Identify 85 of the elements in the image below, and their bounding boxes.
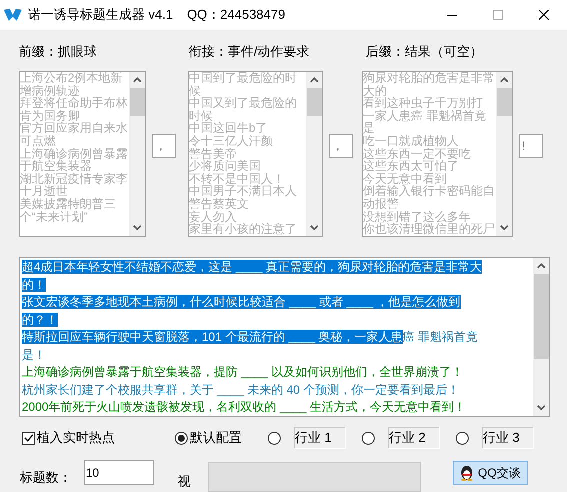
phrase-list[interactable]: 上海公布2例本地新增病例轨迹 拜登将任命助手布林肯为国务卿 官方回应家用自来水可点燃 上海确诊病例曾暴露于航空集装器 湖北新冠疫情专家李十月逝世 美媒披露特朗普三个“未来计划”: [19, 71, 146, 237]
output-box[interactable]: [19, 257, 550, 417]
radio-label: 行业 3: [482, 427, 534, 449]
hotspot-checkbox[interactable]: 植入实时热点: [22, 428, 170, 448]
checkbox[interactable]: [22, 432, 35, 444]
list-item[interactable]: 这些东西太可怕了: [363, 160, 496, 173]
separator-field[interactable]: !: [519, 134, 543, 158]
chevron-down-icon: [132, 225, 142, 231]
output-text: 是！: [22, 348, 46, 362]
scrollbar[interactable]: [306, 72, 322, 236]
list-item[interactable]: 少将质问美国: [189, 160, 306, 173]
scrollbar-thumb[interactable]: [534, 274, 548, 359]
column-label: 后缀：结果（可空）: [366, 43, 483, 60]
list-item[interactable]: 吃一口就成植物人: [363, 134, 496, 148]
phrase-list[interactable]: 中国到了最危险的时候 中国又到了最危险的时候 中国这回牛b了 令十三亿人汗颜 警告美帝 少将质问美国 不转不是中国人！ 中国男子不满日本人 警告蔡英文 妄人勿入 家里有小孩的注意了: [188, 71, 323, 237]
list-item[interactable]: 妄人勿入: [189, 210, 306, 224]
list-item[interactable]: 看到这种虫子千万别打: [363, 97, 496, 110]
window-title: 诺一诱导标题生成器 v4.1: [28, 6, 174, 24]
list-item[interactable]: 上海确诊病例曾暴露于航空集装器: [20, 148, 129, 173]
list-item[interactable]: 今天无意中看到: [363, 172, 496, 186]
list-item[interactable]: 警告蔡英文: [189, 198, 306, 211]
scrollbar[interactable]: [533, 258, 549, 416]
count-field[interactable]: 10: [84, 460, 154, 485]
list-item[interactable]: 这些东西一定不要吃: [363, 148, 496, 160]
count-label: 标题数：: [20, 469, 73, 487]
output-text: 杭州家长们建了个校服共享群，关于 ____ 未来的 40 个预测，你一定要看到最后！: [22, 382, 460, 396]
scrollbar-thumb[interactable]: [496, 88, 512, 116]
list-item[interactable]: 中国男子不满日本人: [189, 185, 306, 198]
list-item[interactable]: 中国到了最危险的时候: [189, 72, 306, 98]
list-item[interactable]: 你也该清理微信里的死尸: [363, 223, 496, 236]
list-item[interactable]: 中国又到了最危险的时候: [189, 97, 306, 122]
radio-button[interactable]: [362, 432, 375, 444]
checkbox-label: 植入实时热点: [37, 429, 115, 448]
app-logo-icon: [4, 8, 22, 22]
checkmark-icon: [24, 434, 34, 442]
separator-field[interactable]: ，: [329, 134, 353, 158]
column-label: 衔接：事件/动作要求: [189, 43, 311, 60]
list-item[interactable]: 没想到错了这么多年: [363, 210, 496, 224]
output-text: 2000年前死于火山喷发遗骸被发现，名利双收的 ____ 生活方式，今天无意中看到！: [22, 400, 466, 414]
chevron-up-icon: [132, 77, 142, 83]
selected-text: 的！: [22, 278, 46, 292]
scrollbar-thumb[interactable]: [306, 88, 322, 116]
selected-text: 超4成日本年轻女性不结婚不恋爱，这是 ____ 真正需要的，狗尿对轮胎的危害是非常大: [22, 260, 482, 274]
side-label: 视: [178, 473, 191, 491]
chevron-up-icon: [310, 77, 318, 83]
close-icon: [539, 10, 549, 20]
list-item[interactable]: 一家人患癌 罪魁祸首竟是: [363, 110, 496, 135]
chevron-up-icon: [536, 263, 546, 269]
chevron-down-icon: [500, 225, 508, 231]
list-item[interactable]: 不转不是中国人！: [189, 172, 306, 186]
selected-text: 的？！: [22, 312, 58, 326]
chevron-up-icon: [500, 77, 508, 83]
list-item[interactable]: 拜登将任命助手布林肯为国务卿: [20, 97, 129, 122]
output-text: 上海确诊病例曾暴露于航空集装器，提防 ____ 以及如何识别他们，全世界崩溃了！: [22, 365, 464, 379]
radio-button[interactable]: [175, 432, 188, 444]
radio-label: 行业 2: [388, 427, 440, 449]
phrase-list[interactable]: 狗尿对轮胎的危害是非常大的 看到这种虫子千万别打 一家人患癌 罪魁祸首竟是 吃一口就成植物人 这些东西一定不要吃 这些东西太可怕了 今天无意中看到 倒着输入银行卡密码能自动报警 没想到错了这么多年 你也该清理微信里的死尸: [362, 71, 513, 237]
list-item[interactable]: 美媒披露特朗普三个“未来计划”: [20, 198, 129, 224]
maximize-icon: [493, 10, 503, 20]
list-item[interactable]: 上海公布2例本地新增病例轨迹: [20, 72, 129, 98]
separator-field[interactable]: ，: [152, 134, 176, 158]
radio-label: 默认配置: [190, 429, 242, 448]
list-item[interactable]: 官方回应家用自来水可点燃: [20, 122, 129, 148]
chevron-down-icon: [536, 405, 546, 411]
selected-text: 特斯拉回应车辆行驶中天窗脱落，101 个最流行的 ____ 奥秘，一家人患: [22, 330, 403, 344]
selected-text: 张文宏谈冬季多地现本土病例，什么时候比较适合 ____ 或者 ____ ，他是怎么做到: [22, 295, 461, 309]
scrollbar[interactable]: [129, 72, 145, 236]
scrollbar-thumb[interactable]: [130, 88, 144, 116]
list-item[interactable]: 狗尿对轮胎的危害是非常大的: [363, 72, 496, 98]
list-item[interactable]: 倒着输入银行卡密码能自动报警: [363, 185, 496, 211]
list-item[interactable]: 湖北新冠疫情专家李十月逝世: [20, 172, 129, 198]
chevron-down-icon: [310, 225, 318, 231]
radio-button[interactable]: [268, 432, 281, 444]
list-item[interactable]: 警告美帝: [189, 148, 306, 160]
penguin-icon: [460, 465, 474, 481]
qq-chat-button[interactable]: QQ交谈: [453, 461, 528, 485]
minimize-icon: [447, 14, 457, 16]
list-item[interactable]: 家里有小孩的注意了: [189, 223, 306, 236]
radio-button[interactable]: [456, 432, 469, 444]
column-label: 前缀：抓眼球: [19, 43, 98, 60]
list-item[interactable]: 中国这回牛b了: [189, 122, 306, 135]
list-item[interactable]: 令十三亿人汗颜: [189, 134, 306, 148]
scrollbar[interactable]: [496, 72, 512, 236]
qq-number: QQ：244538479: [187, 6, 286, 24]
radio-label: 行业 1: [294, 427, 346, 449]
